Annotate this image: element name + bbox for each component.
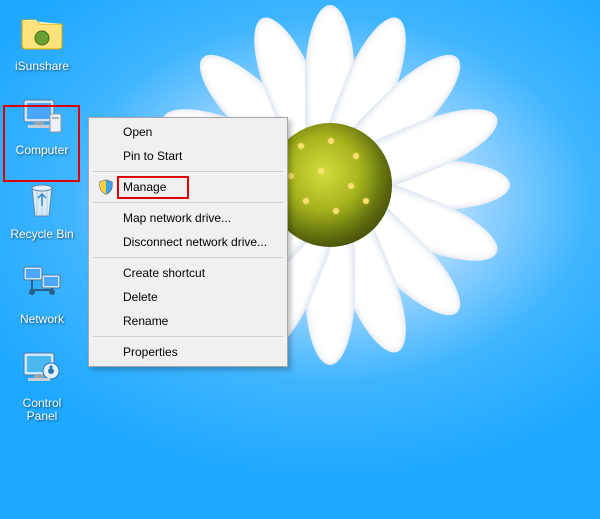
menu-item-label: Create shortcut: [123, 266, 205, 280]
menu-item-delete[interactable]: Delete: [91, 285, 285, 309]
menu-item-rename[interactable]: Rename: [91, 309, 285, 333]
control-panel-icon: [18, 345, 66, 393]
menu-separator: [93, 171, 283, 172]
desktop-icon-label: Recycle Bin: [7, 227, 76, 242]
menu-item-label: Delete: [123, 290, 158, 304]
desktop-icon-network[interactable]: Network: [3, 261, 81, 327]
menu-item-properties[interactable]: Properties: [91, 340, 285, 364]
menu-separator: [93, 257, 283, 258]
menu-item-label: Pin to Start: [123, 149, 182, 163]
desktop-icon-label: Control Panel: [3, 396, 81, 424]
menu-item-create-shortcut[interactable]: Create shortcut: [91, 261, 285, 285]
context-menu: Open Pin to Start Manage Map network dri…: [88, 117, 288, 367]
computer-icon: [18, 92, 66, 140]
network-icon: [18, 261, 66, 309]
recycle-bin-icon: [18, 176, 66, 224]
menu-item-map-network-drive[interactable]: Map network drive...: [91, 206, 285, 230]
desktop-icon-label: Network: [17, 312, 67, 327]
menu-item-open[interactable]: Open: [91, 120, 285, 144]
desktop-icon-label: Computer: [13, 143, 72, 158]
menu-separator: [93, 202, 283, 203]
menu-item-label: Properties: [123, 345, 178, 359]
folder-icon: [18, 8, 66, 56]
desktop-icon-isunshare[interactable]: iSunshare: [3, 8, 81, 74]
menu-separator: [93, 336, 283, 337]
menu-item-label: Open: [123, 125, 152, 139]
menu-item-disconnect-network-drive[interactable]: Disconnect network drive...: [91, 230, 285, 254]
desktop-icon-computer[interactable]: Computer: [3, 92, 81, 158]
menu-item-pin-to-start[interactable]: Pin to Start: [91, 144, 285, 168]
shield-icon: [97, 178, 115, 196]
menu-item-label: Rename: [123, 314, 168, 328]
desktop-icon-label: iSunshare: [12, 59, 72, 74]
menu-item-label: Disconnect network drive...: [123, 235, 267, 249]
desktop-icon-controlpanel[interactable]: Control Panel: [3, 345, 81, 424]
menu-item-label: Manage: [123, 180, 166, 194]
menu-item-manage[interactable]: Manage: [91, 175, 285, 199]
menu-item-label: Map network drive...: [123, 211, 231, 225]
desktop-icon-recyclebin[interactable]: Recycle Bin: [3, 176, 81, 242]
